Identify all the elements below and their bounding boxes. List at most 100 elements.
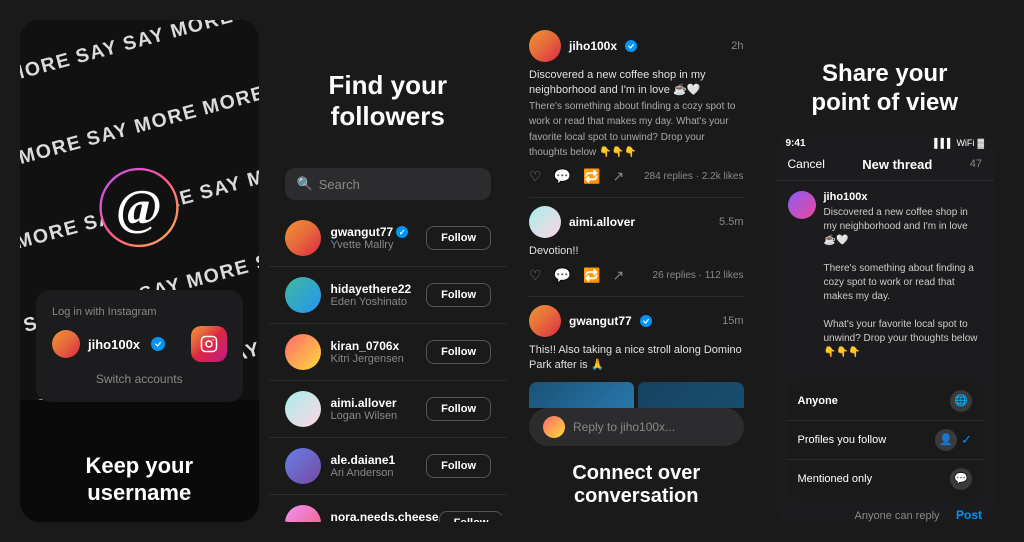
post-username: gwangut77 [569,314,632,328]
panel-keep-username: SAY MORE SAY MORE SAY MORE SAY MORE SAY … [20,20,259,522]
follow-info: aimi.allover Logan Wilsen [331,396,427,422]
follow-info: ale.daiane1 Ari Anderson [331,453,427,479]
post-header: jiho100x 2h [529,30,744,62]
wifi-icon: WiFi [956,138,974,148]
compose-username: jiho100x [824,191,983,203]
list-item: kiran_0706x Kitri Jergensen Follow [269,324,508,381]
status-time: 9:41 [786,138,806,149]
panel-2-top: Find your followers [269,20,508,158]
post-image [638,382,743,408]
status-bar: 9:41 ▌▌▌ WiFi ▓ [776,134,995,153]
verified-badge [151,337,165,351]
globe-icon: 🌐 [950,390,972,412]
audience-option-mentioned[interactable]: Mentioned only 💬 [786,460,985,498]
audience-option-following[interactable]: Profiles you follow 👤 ✓ [786,421,985,460]
list-item: nora.needs.cheese Myka Mercado Follow [269,495,508,522]
follow-username: nora.needs.cheese [331,510,439,522]
follow-button[interactable]: Follow [426,397,491,421]
audience-selector: Anyone 🌐 Profiles you follow 👤 ✓ Mention… [786,382,985,498]
follow-info: hidayethere22 Eden Yoshinato [331,282,427,308]
share-icon[interactable]: ↗ [612,267,624,284]
divider [529,296,744,297]
follow-button[interactable]: Follow [426,283,491,307]
panel-find-followers: Find your followers 🔍 Search gwangut77 ✓… [269,20,508,522]
post-time: 2h [731,40,743,52]
follow-info: kiran_0706x Kitri Jergensen [331,339,427,365]
comment-icon[interactable]: 💬 [554,267,571,284]
avatar [285,220,321,256]
panel-1-caption: Keep yourusername [20,441,259,522]
verified-badge [640,315,652,327]
login-label: Log in with Instagram [52,306,227,318]
like-icon[interactable]: ♡ [529,168,542,185]
post-text: Devotion!! [529,244,744,259]
post-actions: ♡ 💬 🔁 ↗ 284 replies · 2.2k likes [529,168,744,185]
follow-button[interactable]: Follow [439,511,504,522]
list-item: ale.daiane1 Ari Anderson Follow [269,438,508,495]
share-icon[interactable]: ↗ [612,168,624,185]
status-icons: ▌▌▌ WiFi ▓ [934,138,984,148]
avatar [529,305,561,337]
avatar [285,391,321,427]
audience-option-anyone[interactable]: Anyone 🌐 [786,382,985,421]
compose-content[interactable]: Discovered a new coffee shop in my neigh… [824,206,983,360]
person-icon: 👤 [935,429,957,451]
follow-realname: Yvette Mallry [331,239,427,251]
follow-button[interactable]: Follow [426,226,491,250]
panel-conversation: jiho100x 2h Discovered a new coffee shop… [517,20,756,522]
post-card: gwangut77 15m This!! Also taking a nice … [529,305,744,408]
cancel-button[interactable]: Cancel [788,157,825,171]
threads-logo: @ [99,168,179,253]
post-button[interactable]: Post [956,508,982,522]
login-user-row: jiho100x [52,326,227,362]
mention-icon: 💬 [950,468,972,490]
panel-4-heading: Share yourpoint of view [782,60,989,118]
post-stats: 284 replies · 2.2k likes [644,171,744,182]
repost-icon[interactable]: 🔁 [583,267,600,284]
audience-label: Mentioned only [798,473,873,485]
anyone-reply-label: Anyone can reply [855,510,940,522]
post-btn-area: Anyone can reply Post [776,502,995,522]
audience-label: Anyone [798,395,838,407]
search-icon: 🔍 [297,176,313,192]
follow-realname: Ari Anderson [331,467,427,479]
check-icon: ✓ [961,432,972,448]
follow-realname: Eden Yoshinato [331,296,427,308]
follow-button[interactable]: Follow [426,340,491,364]
conversation-feed: jiho100x 2h Discovered a new coffee shop… [517,20,756,408]
follow-info: gwangut77 ✓ Yvette Mallry [331,225,427,251]
post-header: gwangut77 15m [529,305,744,337]
username-text: jiho100x [88,337,140,352]
follow-info: nora.needs.cheese Myka Mercado [331,510,439,522]
post-time: 5.5m [719,216,743,228]
thread-compose: jiho100x Discovered a new coffee shop in… [776,181,995,378]
post-actions: ♡ 💬 🔁 ↗ 26 replies · 112 likes [529,267,744,284]
avatar [285,448,321,484]
post-header: aimi.allover 5.5m [529,206,744,238]
new-thread-header: Cancel New thread 47 [776,153,995,181]
post-username: aimi.allover [569,215,635,229]
reply-bar[interactable]: Reply to jiho100x... [529,408,744,446]
follow-button[interactable]: Follow [426,454,491,478]
search-bar[interactable]: 🔍 Search [285,168,492,200]
comment-icon[interactable]: 💬 [554,168,571,185]
follow-realname: Logan Wilsen [331,410,427,422]
list-item: hidayethere22 Eden Yoshinato Follow [269,267,508,324]
follow-realname: Kitri Jergensen [331,353,427,365]
post-text: This!! Also taking a nice stroll along D… [529,343,744,374]
repost-icon[interactable]: 🔁 [583,168,600,185]
main-container: SAY MORE SAY MORE SAY MORE SAY MORE SAY … [10,10,1014,532]
login-card: Log in with Instagram jiho100x [36,290,243,402]
like-icon[interactable]: ♡ [529,267,542,284]
compose-text: jiho100x Discovered a new coffee shop in… [824,191,983,360]
list-item: gwangut77 ✓ Yvette Mallry Follow [269,210,508,267]
instagram-icon [191,326,227,362]
verified-badge: ✓ [396,226,408,238]
panel-2-heading: Find your followers [289,70,488,132]
post-card: jiho100x 2h Discovered a new coffee shop… [529,30,744,185]
search-placeholder: Search [319,177,360,192]
thread-title: New thread [862,157,932,172]
char-count: 47 [970,158,982,170]
switch-accounts[interactable]: Switch accounts [52,372,227,386]
panel-share-view: Share yourpoint of view 9:41 ▌▌▌ WiFi ▓ … [766,20,1005,522]
